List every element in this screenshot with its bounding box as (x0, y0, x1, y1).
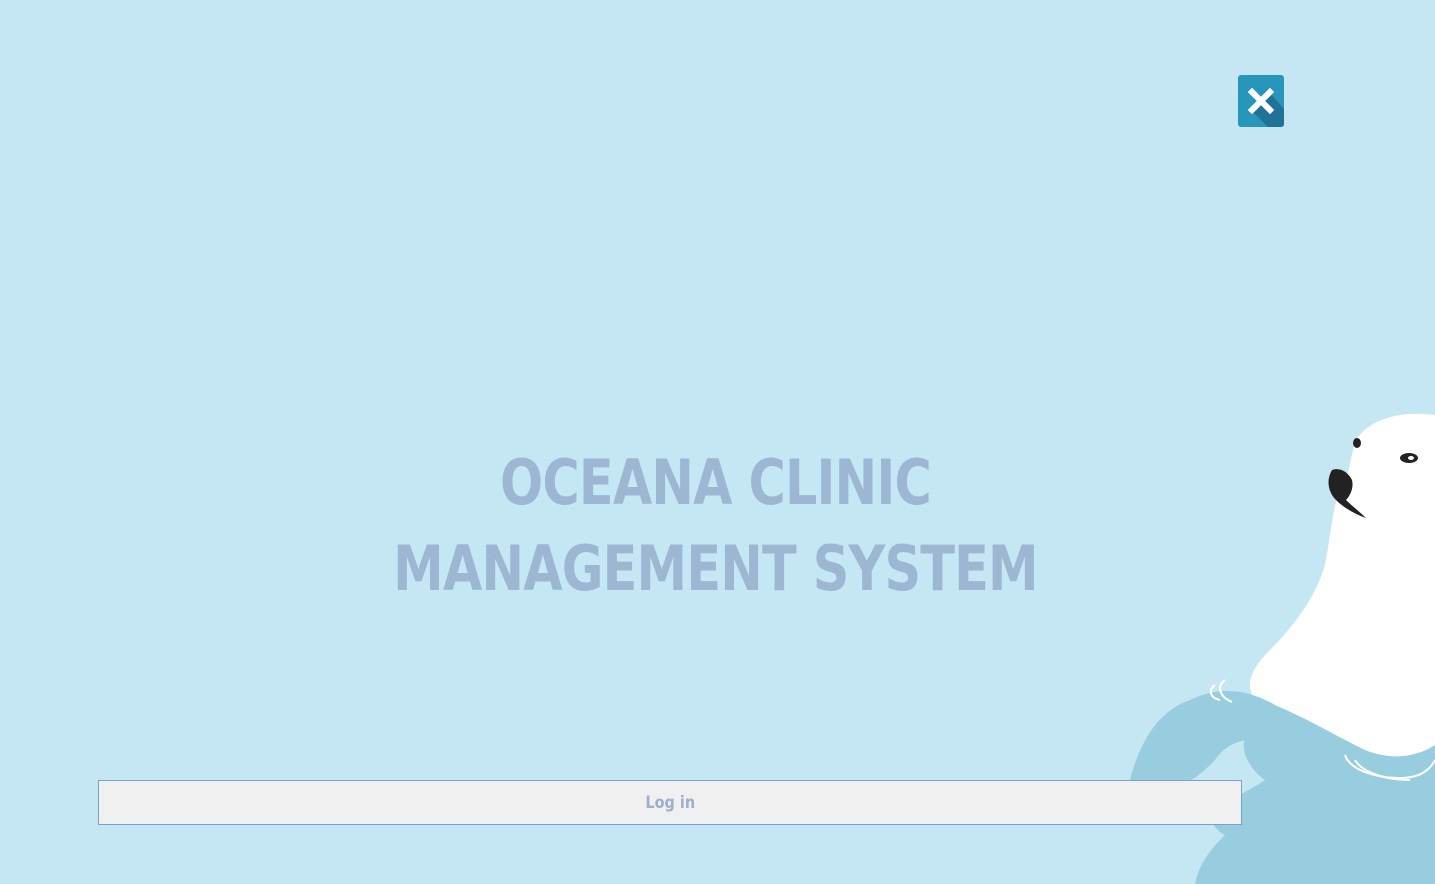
close-button[interactable] (1238, 75, 1284, 127)
login-screen: OCEANA CLINIC MANAGEMENT SYSTEM Log in (0, 0, 1435, 884)
login-button[interactable]: Log in (98, 780, 1242, 825)
close-icon (1247, 87, 1284, 127)
login-button-label: Log in (645, 792, 695, 813)
